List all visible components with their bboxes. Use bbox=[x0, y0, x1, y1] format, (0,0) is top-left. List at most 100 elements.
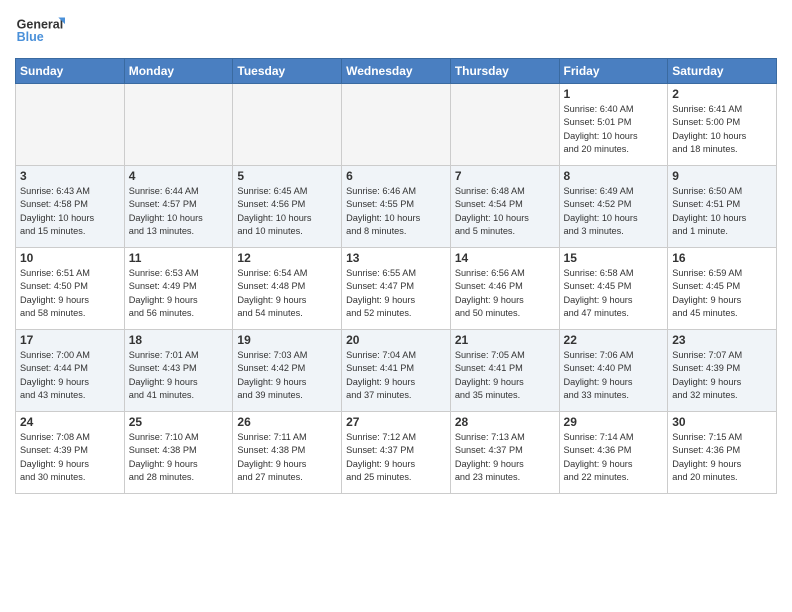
day-info: Sunrise: 6:50 AMSunset: 4:51 PMDaylight:… bbox=[672, 185, 772, 238]
day-cell: 3Sunrise: 6:43 AMSunset: 4:58 PMDaylight… bbox=[16, 166, 125, 248]
logo: General Blue bbox=[15, 10, 65, 50]
day-info: Sunrise: 6:43 AMSunset: 4:58 PMDaylight:… bbox=[20, 185, 120, 238]
day-info: Sunrise: 7:14 AMSunset: 4:36 PMDaylight:… bbox=[564, 431, 664, 484]
day-cell bbox=[450, 84, 559, 166]
day-number: 28 bbox=[455, 415, 555, 429]
day-number: 23 bbox=[672, 333, 772, 347]
day-number: 25 bbox=[129, 415, 229, 429]
day-cell: 23 Sunrise: 7:07 AMSunset: 4:39 PMDayligh… bbox=[668, 330, 777, 412]
day-number: 9 bbox=[672, 169, 772, 183]
day-cell: 12 Sunrise: 6:54 AMSunset: 4:48 PMDayligh… bbox=[233, 248, 342, 330]
day-number: 29 bbox=[564, 415, 664, 429]
header-cell-tuesday: Tuesday bbox=[233, 59, 342, 84]
day-cell bbox=[16, 84, 125, 166]
header: General Blue bbox=[15, 10, 777, 50]
header-cell-wednesday: Wednesday bbox=[342, 59, 451, 84]
day-info: Sunrise: 7:12 AMSunset: 4:37 PMDaylight:… bbox=[346, 431, 446, 484]
day-number: 13 bbox=[346, 251, 446, 265]
day-cell: 22 Sunrise: 7:06 AMSunset: 4:40 PMDayligh… bbox=[559, 330, 668, 412]
header-cell-saturday: Saturday bbox=[668, 59, 777, 84]
day-info: Sunrise: 7:01 AMSunset: 4:43 PMDaylight:… bbox=[129, 349, 229, 402]
week-row-0: 1 Sunrise: 6:40 AMSunset: 5:01 PMDaylight… bbox=[16, 84, 777, 166]
day-number: 10 bbox=[20, 251, 120, 265]
day-number: 4 bbox=[129, 169, 229, 183]
day-number: 16 bbox=[672, 251, 772, 265]
day-number: 1 bbox=[564, 87, 664, 101]
header-cell-sunday: Sunday bbox=[16, 59, 125, 84]
day-number: 24 bbox=[20, 415, 120, 429]
day-cell: 26 Sunrise: 7:11 AMSunset: 4:38 PMDayligh… bbox=[233, 412, 342, 494]
day-number: 6 bbox=[346, 169, 446, 183]
day-number: 30 bbox=[672, 415, 772, 429]
day-cell: 15 Sunrise: 6:58 AMSunset: 4:45 PMDayligh… bbox=[559, 248, 668, 330]
day-cell: 18 Sunrise: 7:01 AMSunset: 4:43 PMDayligh… bbox=[124, 330, 233, 412]
day-cell: 13Sunrise: 6:55 AMSunset: 4:47 PMDayligh… bbox=[342, 248, 451, 330]
day-info: Sunrise: 6:49 AMSunset: 4:52 PMDaylight:… bbox=[564, 185, 664, 238]
day-cell: 7 Sunrise: 6:48 AMSunset: 4:54 PMDaylight… bbox=[450, 166, 559, 248]
day-info: Sunrise: 6:41 AMSunset: 5:00 PMDaylight:… bbox=[672, 103, 772, 156]
day-cell: 9 Sunrise: 6:50 AMSunset: 4:51 PMDaylight… bbox=[668, 166, 777, 248]
header-row: SundayMondayTuesdayWednesdayThursdayFrid… bbox=[16, 59, 777, 84]
day-cell: 2 Sunrise: 6:41 AMSunset: 5:00 PMDaylight… bbox=[668, 84, 777, 166]
day-info: Sunrise: 6:56 AMSunset: 4:46 PMDaylight:… bbox=[455, 267, 555, 320]
day-info: Sunrise: 6:46 AMSunset: 4:55 PMDaylight:… bbox=[346, 185, 446, 238]
day-info: Sunrise: 7:00 AMSunset: 4:44 PMDaylight:… bbox=[20, 349, 120, 402]
day-info: Sunrise: 6:51 AMSunset: 4:50 PMDaylight:… bbox=[20, 267, 120, 320]
day-number: 5 bbox=[237, 169, 337, 183]
day-info: Sunrise: 6:58 AMSunset: 4:45 PMDaylight:… bbox=[564, 267, 664, 320]
day-info: Sunrise: 6:40 AMSunset: 5:01 PMDaylight:… bbox=[564, 103, 664, 156]
day-info: Sunrise: 6:53 AMSunset: 4:49 PMDaylight:… bbox=[129, 267, 229, 320]
day-info: Sunrise: 7:10 AMSunset: 4:38 PMDaylight:… bbox=[129, 431, 229, 484]
day-number: 19 bbox=[237, 333, 337, 347]
day-info: Sunrise: 6:59 AMSunset: 4:45 PMDaylight:… bbox=[672, 267, 772, 320]
day-number: 11 bbox=[129, 251, 229, 265]
day-number: 22 bbox=[564, 333, 664, 347]
day-info: Sunrise: 7:11 AMSunset: 4:38 PMDaylight:… bbox=[237, 431, 337, 484]
day-cell: 28 Sunrise: 7:13 AMSunset: 4:37 PMDayligh… bbox=[450, 412, 559, 494]
day-info: Sunrise: 7:06 AMSunset: 4:40 PMDaylight:… bbox=[564, 349, 664, 402]
header-cell-monday: Monday bbox=[124, 59, 233, 84]
day-cell: 27 Sunrise: 7:12 AMSunset: 4:37 PMDayligh… bbox=[342, 412, 451, 494]
day-cell: 17 Sunrise: 7:00 AMSunset: 4:44 PMDayligh… bbox=[16, 330, 125, 412]
day-cell: 8Sunrise: 6:49 AMSunset: 4:52 PMDaylight… bbox=[559, 166, 668, 248]
day-info: Sunrise: 7:13 AMSunset: 4:37 PMDaylight:… bbox=[455, 431, 555, 484]
day-cell bbox=[233, 84, 342, 166]
day-number: 18 bbox=[129, 333, 229, 347]
week-row-1: 3Sunrise: 6:43 AMSunset: 4:58 PMDaylight… bbox=[16, 166, 777, 248]
day-cell: 10 Sunrise: 6:51 AMSunset: 4:50 PMDayligh… bbox=[16, 248, 125, 330]
day-number: 12 bbox=[237, 251, 337, 265]
day-cell: 6 Sunrise: 6:46 AMSunset: 4:55 PMDaylight… bbox=[342, 166, 451, 248]
day-number: 7 bbox=[455, 169, 555, 183]
week-row-4: 24 Sunrise: 7:08 AMSunset: 4:39 PMDayligh… bbox=[16, 412, 777, 494]
day-cell: 16 Sunrise: 6:59 AMSunset: 4:45 PMDayligh… bbox=[668, 248, 777, 330]
day-cell bbox=[342, 84, 451, 166]
day-info: Sunrise: 6:45 AMSunset: 4:56 PMDaylight:… bbox=[237, 185, 337, 238]
day-info: Sunrise: 7:07 AMSunset: 4:39 PMDaylight:… bbox=[672, 349, 772, 402]
day-cell: 21 Sunrise: 7:05 AMSunset: 4:41 PMDayligh… bbox=[450, 330, 559, 412]
day-cell: 24 Sunrise: 7:08 AMSunset: 4:39 PMDayligh… bbox=[16, 412, 125, 494]
day-cell: 14 Sunrise: 6:56 AMSunset: 4:46 PMDayligh… bbox=[450, 248, 559, 330]
week-row-2: 10 Sunrise: 6:51 AMSunset: 4:50 PMDayligh… bbox=[16, 248, 777, 330]
day-number: 2 bbox=[672, 87, 772, 101]
calendar-table: SundayMondayTuesdayWednesdayThursdayFrid… bbox=[15, 58, 777, 494]
header-cell-thursday: Thursday bbox=[450, 59, 559, 84]
day-cell: 19Sunrise: 7:03 AMSunset: 4:42 PMDayligh… bbox=[233, 330, 342, 412]
day-info: Sunrise: 7:08 AMSunset: 4:39 PMDaylight:… bbox=[20, 431, 120, 484]
day-info: Sunrise: 6:48 AMSunset: 4:54 PMDaylight:… bbox=[455, 185, 555, 238]
day-info: Sunrise: 7:04 AMSunset: 4:41 PMDaylight:… bbox=[346, 349, 446, 402]
day-info: Sunrise: 6:54 AMSunset: 4:48 PMDaylight:… bbox=[237, 267, 337, 320]
day-cell: 5 Sunrise: 6:45 AMSunset: 4:56 PMDaylight… bbox=[233, 166, 342, 248]
day-number: 17 bbox=[20, 333, 120, 347]
day-number: 14 bbox=[455, 251, 555, 265]
day-info: Sunrise: 6:44 AMSunset: 4:57 PMDaylight:… bbox=[129, 185, 229, 238]
day-number: 27 bbox=[346, 415, 446, 429]
day-cell: 11 Sunrise: 6:53 AMSunset: 4:49 PMDayligh… bbox=[124, 248, 233, 330]
day-cell: 29 Sunrise: 7:14 AMSunset: 4:36 PMDayligh… bbox=[559, 412, 668, 494]
week-row-3: 17 Sunrise: 7:00 AMSunset: 4:44 PMDayligh… bbox=[16, 330, 777, 412]
day-number: 26 bbox=[237, 415, 337, 429]
day-info: Sunrise: 7:05 AMSunset: 4:41 PMDaylight:… bbox=[455, 349, 555, 402]
day-number: 21 bbox=[455, 333, 555, 347]
day-cell: 20Sunrise: 7:04 AMSunset: 4:41 PMDayligh… bbox=[342, 330, 451, 412]
day-number: 15 bbox=[564, 251, 664, 265]
day-cell: 25 Sunrise: 7:10 AMSunset: 4:38 PMDayligh… bbox=[124, 412, 233, 494]
